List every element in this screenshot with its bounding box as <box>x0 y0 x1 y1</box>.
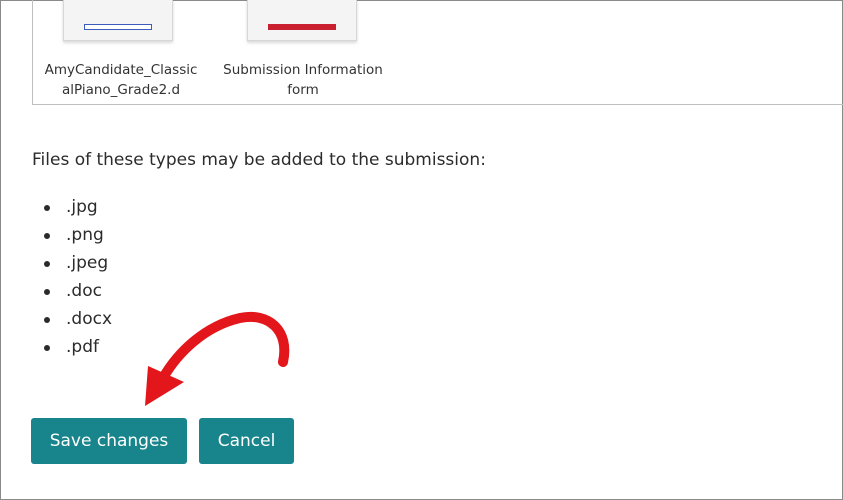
accepted-types-list: .jpg .png .jpeg .doc .docx .pdf <box>44 196 112 364</box>
save-changes-button[interactable]: Save changes <box>31 418 187 464</box>
file-name: Submission Information form <box>223 62 383 98</box>
file-type-item: .png <box>44 224 112 252</box>
accepted-types-heading: Files of these types may be added to the… <box>32 150 486 170</box>
document-thumbnail-icon <box>247 0 357 41</box>
file-type-item: .pdf <box>44 336 112 364</box>
file-name: AmyCandidate_ClassicalPiano_Grade2.d <box>44 62 198 98</box>
file-tray: AmyCandidate_ClassicalPiano_Grade2.d Sub… <box>32 0 843 105</box>
file-type-item: .jpg <box>44 196 112 224</box>
file-type-item: .jpeg <box>44 252 112 280</box>
file-type-item: .doc <box>44 280 112 308</box>
document-thumbnail-icon <box>63 0 173 41</box>
cancel-button[interactable]: Cancel <box>199 418 294 464</box>
file-type-item: .docx <box>44 308 112 336</box>
